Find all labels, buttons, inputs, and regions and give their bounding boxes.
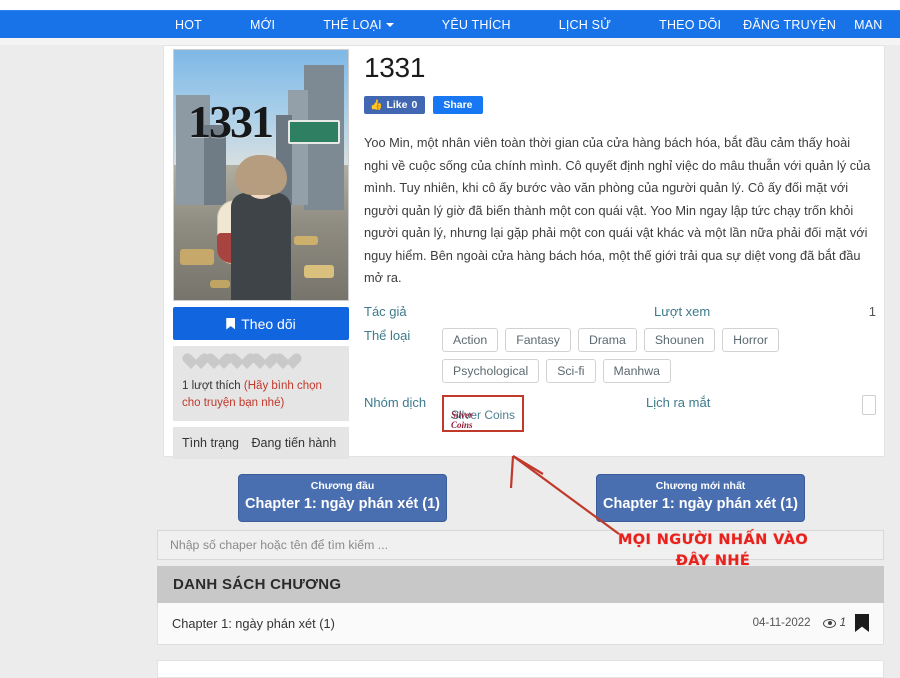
cover-character-hair (235, 155, 287, 195)
genre-tag[interactable]: Action (442, 328, 498, 352)
follow-button-label: Theo dõi (241, 316, 295, 332)
nav-label: ĐĂNG TRUYỆN (743, 18, 836, 32)
latest-chapter-button[interactable]: Chương mới nhất Chapter 1: ngày phán xét… (596, 474, 805, 522)
comic-info-card: 1331 Theo dõi (163, 45, 885, 457)
cover-debris (180, 249, 214, 265)
chevron-down-icon (386, 23, 394, 27)
table-row[interactable]: Chapter 1: ngày phán xét (1) 04-11-2022 … (158, 603, 883, 643)
first-chapter-caption: Chương đầu (239, 480, 446, 492)
status-value: Đang tiến hành (251, 436, 336, 450)
follow-button[interactable]: Theo dõi (173, 307, 349, 340)
first-chapter-button[interactable]: Chương đầu Chapter 1: ngày phán xét (1) (238, 474, 447, 522)
nav-item-man[interactable]: MAN (854, 18, 882, 32)
nav-item-yeu-thich[interactable]: YÊU THÍCH (442, 18, 511, 32)
nav-gap (0, 38, 900, 45)
like-label: Like (386, 99, 407, 111)
heart-icon[interactable] (182, 354, 201, 371)
page-root: HOT MỚI THỂ LOẠI YÊU THÍCH LỊCH SỬ THEO … (0, 0, 900, 678)
meta-row-genres: Thể loại Action Fantasy Drama Shounen Ho… (364, 328, 876, 383)
genre-tag[interactable]: Psychological (442, 359, 539, 383)
facebook-like-button[interactable]: 👍 Like 0 (364, 96, 425, 114)
translation-group-card[interactable]: Silver Coins Silver Coins (442, 395, 524, 432)
first-chapter-title: Chapter 1: ngày phán xét (1) (239, 496, 446, 512)
top-strip (0, 0, 900, 10)
nav-label: YÊU THÍCH (442, 18, 511, 32)
thumbs-up-icon: 👍 (370, 100, 382, 111)
views-value: 1 (869, 304, 876, 319)
genre-tag[interactable]: Shounen (644, 328, 715, 352)
nav-item-hot[interactable]: HOT (175, 18, 202, 32)
main-navbar: HOT MỚI THỂ LOẠI YÊU THÍCH LỊCH SỬ THEO … (0, 10, 900, 38)
latest-chapter-caption: Chương mới nhất (597, 480, 804, 492)
cover-road-sign (288, 120, 340, 144)
chapter-views: 1 (840, 617, 846, 629)
rating-box: 1 lượt thích (Hãy bình chọn cho truyện b… (173, 346, 349, 421)
author-label: Tác giả (364, 304, 442, 319)
status-label: Tình trạng (182, 436, 239, 450)
heart-icon[interactable] (205, 354, 224, 371)
genre-tag[interactable]: Horror (722, 328, 779, 352)
genre-tag[interactable]: Manhwa (603, 359, 671, 383)
meta-row-author-views: Tác giả Lượt xem 1 (364, 304, 876, 319)
cover-title-text: 1331 (188, 95, 272, 148)
annotation-arrow-icon (495, 448, 625, 540)
chapter-date: 04-11-2022 (753, 617, 811, 629)
sidebar-column: 1331 Theo dõi (173, 49, 357, 459)
heart-rating[interactable] (182, 354, 340, 371)
latest-chapter-title: Chapter 1: ngày phán xét (1) (597, 496, 804, 512)
nav-label: THEO DÕI (659, 18, 721, 32)
status-box: Tình trạng Đang tiến hành (173, 427, 349, 459)
genre-tag-list: Action Fantasy Drama Shounen Horror Psyc… (442, 328, 862, 383)
genre-label: Thể loại (364, 328, 442, 343)
nav-item-moi[interactable]: MỚI (250, 18, 275, 32)
schedule-group: Lịch ra mắt (646, 395, 876, 415)
genre-tag[interactable]: Sci-fi (546, 359, 595, 383)
annotation-text: MỌI NGƯỜI NHẤN VÀO ĐÂY NHÉ (603, 530, 823, 572)
comic-description: Yoo Min, một nhân viên toàn thời gian củ… (364, 132, 876, 290)
social-buttons: 👍 Like 0 Share (364, 96, 876, 114)
share-label: Share (443, 99, 472, 111)
nav-label: MAN (854, 18, 882, 32)
nav-label: LỊCH SỬ (559, 18, 611, 32)
likes-text: 1 lượt thích (Hãy bình chọn cho truyện b… (182, 378, 340, 412)
nav-item-the-loai[interactable]: THỂ LOẠI (323, 18, 394, 32)
page-title: 1331 (364, 52, 876, 84)
genre-tag[interactable]: Drama (578, 328, 637, 352)
bottom-panel (157, 660, 884, 678)
genre-tag[interactable]: Fantasy (505, 328, 571, 352)
facebook-share-button[interactable]: Share (433, 96, 482, 114)
chapter-list: Chapter 1: ngày phán xét (1) 04-11-2022 … (157, 603, 884, 645)
group-label: Nhóm dịch (364, 395, 442, 410)
like-count: 0 (411, 99, 417, 111)
chapter-name[interactable]: Chapter 1: ngày phán xét (1) (172, 616, 335, 631)
cover-image[interactable]: 1331 (173, 49, 349, 301)
schedule-label: Lịch ra mắt (646, 395, 724, 415)
details-column: 1331 👍 Like 0 Share Yoo Min, một nhân vi… (364, 52, 876, 432)
heart-icon[interactable] (251, 354, 270, 371)
annotation-line-2: ĐÂY NHÉ (603, 551, 823, 572)
nav-label: MỚI (250, 18, 275, 32)
bookmark-icon[interactable] (855, 614, 869, 632)
heart-icon[interactable] (228, 354, 247, 371)
cover-character-body (231, 193, 291, 301)
likes-count-label: 1 lượt thích (182, 380, 241, 392)
views-group: Lượt xem 1 (654, 304, 876, 319)
meta-row-group: Nhóm dịch Silver Coins Silver Coins Lịch… (364, 395, 876, 432)
views-label: Lượt xem (654, 304, 732, 319)
annotation-line-1: MỌI NGƯỜI NHẤN VÀO (603, 530, 823, 551)
cover-debris (210, 280, 230, 288)
nav-item-theo-doi[interactable]: THEO DÕI (659, 18, 721, 32)
calendar-icon (862, 395, 876, 415)
bookmark-icon (226, 318, 235, 330)
nav-label: HOT (175, 18, 202, 32)
cover-debris (304, 265, 334, 278)
nav-item-lich-su[interactable]: LỊCH SỬ (559, 18, 611, 32)
nav-item-dang-truyen[interactable]: ĐĂNG TRUYỆN (743, 18, 836, 32)
eye-icon (823, 619, 836, 628)
nav-label: THỂ LOẠI (323, 18, 382, 32)
heart-icon[interactable] (274, 354, 293, 371)
cover-debris (294, 236, 318, 245)
